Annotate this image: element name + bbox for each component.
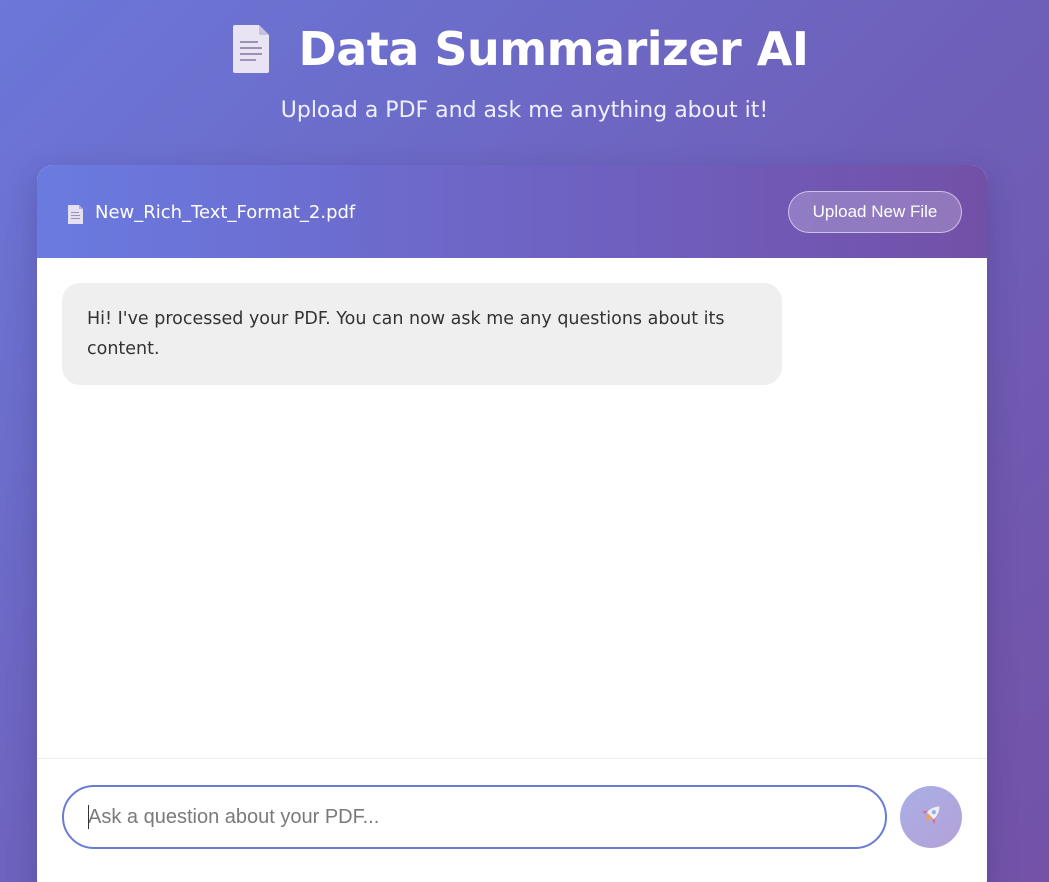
send-button[interactable] — [900, 786, 962, 848]
document-icon — [67, 204, 84, 225]
title-row: Data Summarizer AI — [0, 22, 1049, 76]
chat-card: New_Rich_Text_Format_2.pdf Upload New Fi… — [37, 165, 987, 882]
assistant-message: Hi! I've processed your PDF. You can now… — [62, 283, 782, 385]
message-list: Hi! I've processed your PDF. You can now… — [37, 258, 987, 758]
page-title: Data Summarizer AI — [298, 22, 809, 76]
file-name: New_Rich_Text_Format_2.pdf — [95, 202, 356, 223]
rocket-icon — [916, 800, 946, 834]
page-subtitle: Upload a PDF and ask me anything about i… — [280, 98, 769, 123]
question-input[interactable] — [62, 785, 887, 849]
file-bar: New_Rich_Text_Format_2.pdf Upload New Fi… — [37, 165, 987, 258]
document-icon — [231, 23, 271, 75]
text-caret — [88, 805, 89, 829]
upload-new-file-button[interactable]: Upload New File — [788, 191, 962, 233]
composer — [37, 758, 987, 882]
